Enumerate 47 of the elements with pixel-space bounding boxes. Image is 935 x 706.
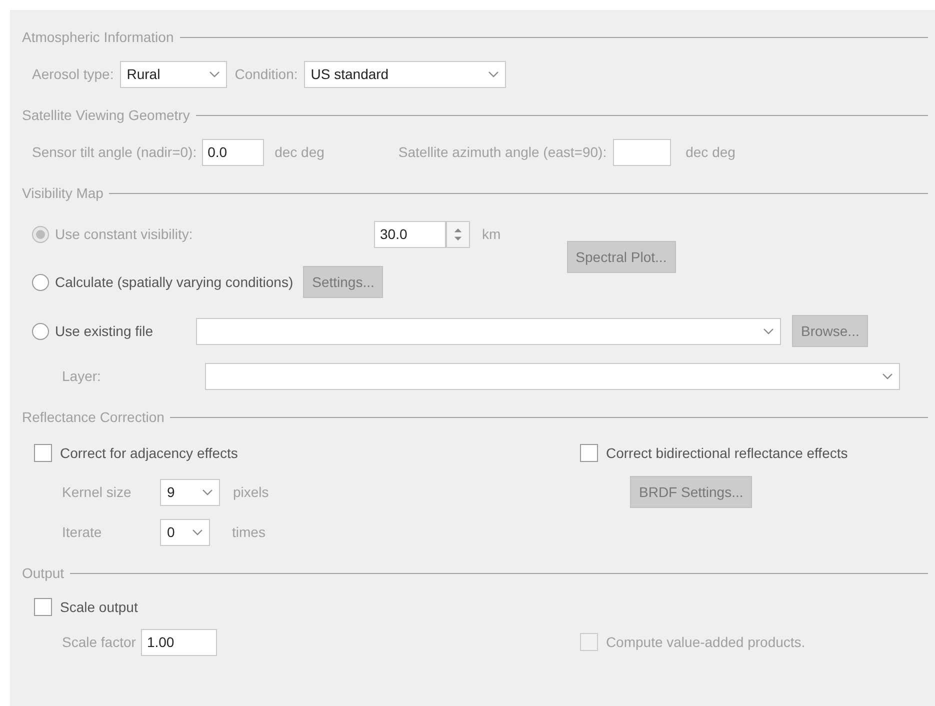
tilt-angle-input[interactable]: 0.0 — [202, 138, 264, 166]
unit-label: pixels — [233, 482, 269, 502]
radio-label: Use constant visibility: — [55, 224, 194, 244]
checkbox[interactable] — [34, 444, 52, 462]
field-label: Kernel size — [62, 482, 132, 502]
radio-button[interactable] — [32, 322, 49, 340]
dropdown-caret-icon — [763, 328, 774, 334]
scale-factor-input[interactable]: 1.00 — [140, 628, 217, 656]
field-label: Iterate — [62, 522, 103, 542]
section-title: Atmospheric Information — [22, 28, 174, 47]
spinner-arrows-icon[interactable] — [446, 220, 470, 248]
unit-label: dec deg — [274, 142, 324, 162]
field-label: Scale factor — [62, 632, 136, 652]
dropdown-caret-icon — [192, 528, 203, 536]
radio-label: Calculate (spatially varying conditions) — [55, 272, 294, 292]
section-title: Satellite Viewing Geometry — [22, 106, 190, 125]
unit-label: dec deg — [686, 142, 736, 162]
dropdown-caret-icon — [488, 70, 499, 78]
dropdown-caret-icon — [208, 70, 220, 78]
checkbox-label: Scale output — [60, 598, 138, 617]
field-label: Condition: — [234, 64, 298, 84]
checkbox-label: Compute value-added products. — [606, 632, 806, 652]
condition-dropdown[interactable]: US standard — [304, 60, 506, 88]
iterate-dropdown[interactable]: 0 — [160, 518, 210, 546]
radio-label: Use existing file — [55, 322, 154, 341]
aerosol-type-dropdown[interactable]: Rural — [120, 60, 227, 88]
layer-dropdown[interactable] — [205, 362, 900, 390]
field-label: Satellite azimuth angle (east=90): — [398, 142, 607, 162]
unit-label: km — [482, 224, 501, 244]
azimuth-angle-input[interactable] — [612, 138, 671, 166]
file-dropdown[interactable] — [196, 318, 781, 344]
field-label: Layer: — [62, 366, 102, 386]
checkbox[interactable] — [580, 444, 598, 462]
section-title: Visibility Map — [22, 184, 104, 203]
visibility-input[interactable]: 30.0 — [374, 220, 446, 248]
checkbox-label: Correct for adjacency effects — [60, 444, 238, 463]
dropdown-caret-icon — [202, 488, 213, 496]
section-title: Reflectance Correction — [22, 408, 164, 426]
field-label: Aerosol type: — [32, 64, 114, 84]
unit-label: times — [232, 522, 266, 542]
dropdown-caret-icon — [882, 372, 893, 380]
checkbox[interactable] — [34, 598, 52, 616]
kernel-size-dropdown[interactable]: 9 — [160, 478, 220, 506]
section-title: Output — [22, 564, 64, 583]
checkbox-label: Correct bidirectional reflectance effects — [606, 444, 848, 462]
radio-button[interactable] — [32, 274, 49, 290]
field-label: Sensor tilt angle (nadir=0): — [32, 142, 197, 162]
